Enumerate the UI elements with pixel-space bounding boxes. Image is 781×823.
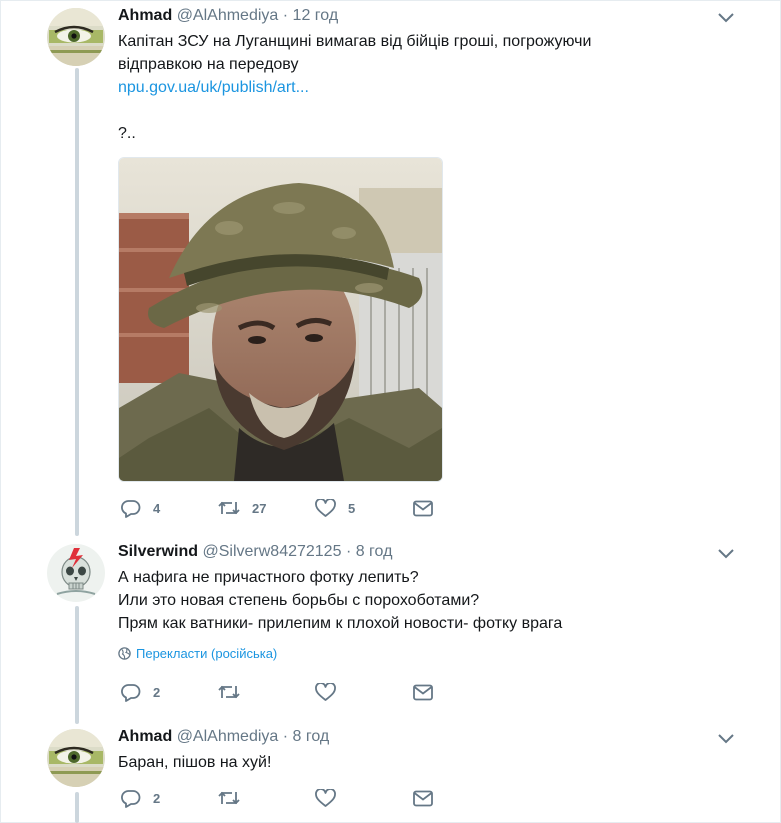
heart-icon — [315, 683, 336, 701]
reply-icon — [121, 500, 141, 518]
user-handle[interactable]: @Silverw84272125 — [202, 543, 341, 560]
user-handle[interactable]: @AlAhmediya — [177, 7, 279, 24]
retweet-count: 27 — [252, 500, 267, 516]
display-name[interactable]: Ahmad — [118, 7, 172, 24]
user-handle[interactable]: @AlAhmediya — [177, 728, 279, 745]
reply-count: 2 — [153, 791, 161, 806]
tweet-text-line: Прям как ватники- прилепим к плохой ново… — [118, 615, 563, 632]
thread-line — [75, 68, 79, 536]
avatar[interactable] — [47, 8, 105, 66]
avatar-eye-image — [47, 8, 105, 66]
tweet-header: Silverwind @Silverw84272125 · 8 год — [118, 543, 392, 561]
like-button[interactable] — [315, 683, 336, 702]
retweet-button[interactable]: 27 — [218, 499, 266, 517]
tweet-text-line: відправкою на передову — [118, 56, 299, 73]
reply-count: 4 — [153, 501, 161, 516]
soldier-photo-image — [119, 158, 442, 481]
retweet-icon — [218, 791, 240, 805]
reply-icon — [121, 790, 141, 808]
tweet-photo[interactable] — [118, 157, 443, 482]
envelope-icon — [413, 790, 433, 807]
tweet-link-row: npu.gov.ua/uk/publish/art... — [118, 76, 309, 99]
timestamp[interactable]: · 12 год — [283, 7, 338, 24]
chevron-down-icon[interactable] — [717, 733, 735, 745]
globe-icon — [118, 647, 131, 660]
heart-icon — [315, 499, 336, 517]
retweet-button[interactable] — [218, 683, 240, 701]
chevron-down-icon[interactable] — [717, 12, 735, 24]
avatar[interactable] — [47, 729, 105, 787]
timestamp[interactable]: · 8 год — [346, 543, 392, 560]
reply-button[interactable]: 2 — [121, 789, 160, 808]
avatar-eye-image — [47, 729, 105, 787]
heart-icon — [315, 789, 336, 807]
display-name[interactable]: Ahmad — [118, 728, 172, 745]
tweet-header: Ahmad @AlAhmediya · 12 год — [118, 7, 338, 25]
tweet-link[interactable]: npu.gov.ua/uk/publish/art... — [118, 79, 309, 96]
translate-label: Перекласти (російська) — [136, 646, 278, 661]
direct-message-button[interactable] — [413, 684, 433, 701]
reply-icon — [121, 684, 141, 702]
like-count: 5 — [348, 501, 356, 516]
tweet-text-line: Капітан ЗСУ на Луганщині вимагав від бій… — [118, 33, 592, 50]
reply-button[interactable]: 2 — [121, 683, 160, 702]
retweet-button[interactable] — [218, 789, 240, 807]
tweet-text-line: ?.. — [118, 125, 136, 142]
translate-button[interactable]: Перекласти (російська) — [118, 646, 277, 661]
envelope-icon — [413, 684, 433, 701]
tweet-text-line: Баран, пішов на хуй! — [118, 754, 272, 771]
like-button[interactable]: 5 — [315, 499, 355, 518]
tweet-text-line: А нафига не причастного фотку лепить? — [118, 569, 419, 586]
retweet-icon — [218, 685, 240, 699]
tweet-header: Ahmad @AlAhmediya · 8 год — [118, 728, 329, 746]
reply-button[interactable]: 4 — [121, 499, 160, 518]
timestamp[interactable]: · 8 год — [283, 728, 329, 745]
envelope-icon — [413, 500, 433, 517]
like-button[interactable] — [315, 789, 336, 808]
retweet-icon — [218, 501, 240, 515]
thread-line — [75, 606, 79, 724]
direct-message-button[interactable] — [413, 790, 433, 807]
direct-message-button[interactable] — [413, 500, 433, 517]
thread-line — [75, 792, 79, 823]
avatar-skull-image — [47, 544, 105, 602]
reply-count: 2 — [153, 685, 161, 700]
display-name[interactable]: Silverwind — [118, 543, 198, 560]
avatar[interactable] — [47, 544, 105, 602]
tweet-text-line: Или это новая степень борьбы с порохобот… — [118, 592, 480, 609]
chevron-down-icon[interactable] — [717, 548, 735, 560]
